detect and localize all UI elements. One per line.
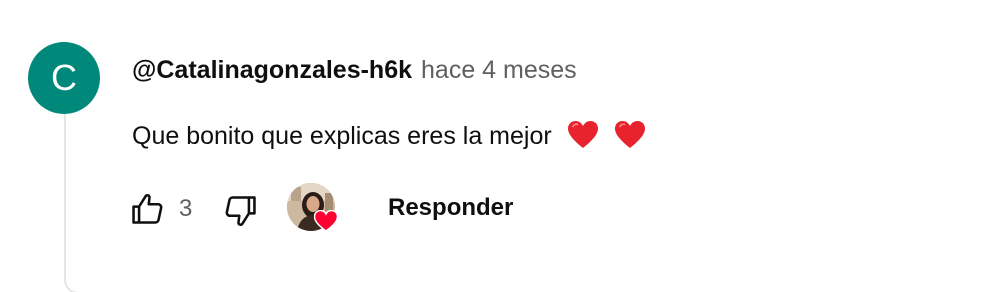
author-name[interactable]: @Catalinagonzales-h6k — [132, 56, 412, 85]
red-heart-badge-icon — [314, 210, 338, 232]
creator-heart — [287, 183, 339, 235]
dislike-button[interactable] — [222, 192, 260, 230]
avatar-letter: C — [51, 57, 77, 98]
thumbs-up-icon — [132, 194, 163, 224]
comment-body: Que bonito que explicas eres la mejor — [132, 120, 646, 151]
thumbs-down-icon — [225, 196, 256, 226]
like-count: 3 — [179, 195, 193, 222]
comment-header: @Catalinagonzales-h6k hace 4 meses — [132, 56, 577, 88]
comment-actions: 3 Responder — [0, 180, 990, 236]
red-heart-emoji-icon — [567, 121, 598, 148]
author-avatar[interactable]: C — [28, 42, 100, 114]
comment-timestamp[interactable]: hace 4 meses — [421, 56, 577, 85]
reply-button[interactable]: Responder — [374, 182, 527, 234]
comment-text: Que bonito que explicas eres la mejor — [132, 122, 552, 150]
comment-thread: C @Catalinagonzales-h6k hace 4 meses Que… — [0, 0, 990, 292]
like-button[interactable] — [128, 190, 166, 228]
red-heart-emoji-icon — [614, 121, 645, 148]
